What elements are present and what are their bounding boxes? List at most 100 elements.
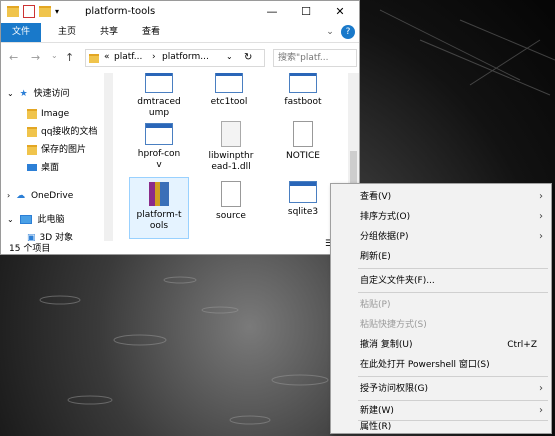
refresh-icon[interactable]: ↻ [244, 52, 252, 63]
submenu-arrow-icon: › [539, 405, 543, 416]
submenu-arrow-icon: › [539, 383, 543, 394]
file-item[interactable]: fastboot [273, 73, 333, 108]
sidebar-item-label: 此电脑 [37, 215, 65, 225]
menu-item-label: 排序方式(O) [360, 212, 411, 222]
file-item[interactable]: sqlite3 [273, 181, 333, 218]
menu-item-label: 分组依据(P) [360, 232, 409, 242]
sidebar-item-label: 3D 对象 [39, 233, 74, 241]
forward-arrow-icon[interactable]: → [31, 51, 40, 64]
menu-item-customize-folder[interactable]: 自定义文件夹(F)... [331, 271, 551, 291]
menu-item-label: 查看(V) [360, 192, 392, 202]
cloud-icon: ☁ [16, 191, 26, 201]
file-item[interactable]: libwinpthr ead-1.dll [201, 121, 261, 173]
sidebar-item-label: 桌面 [41, 163, 60, 173]
file-list: dmtraced ump etc1tool fastboot hprof-con… [115, 73, 347, 241]
tab-view[interactable]: 查看 [133, 23, 169, 42]
address-row: ← → ⌄ ↑ « platf... › platform... ⌄ ↻ 搜索"… [1, 45, 359, 71]
sidebar-item-label: 保存的图片 [41, 145, 87, 155]
new-folder-icon[interactable] [39, 6, 51, 17]
sidebar-item-label: 快速访问 [33, 89, 70, 99]
menu-item-sort-by[interactable]: 排序方式(O) › [331, 207, 551, 227]
sidebar-item-qq-docs[interactable]: qq接收的文档 [27, 123, 97, 141]
folder-icon [27, 126, 37, 137]
sidebar-item-onedrive[interactable]: › ☁ OneDrive [7, 187, 73, 205]
address-bar[interactable]: « platf... › platform... ⌄ ↻ [85, 49, 265, 67]
breadcrumb-separator-icon: › [152, 52, 156, 62]
menu-item-give-access[interactable]: 授予访问权限(G) › [331, 379, 551, 399]
folder-icon[interactable] [7, 6, 19, 17]
menu-item-undo-copy[interactable]: 撤消 复制(U) Ctrl+Z [331, 335, 551, 355]
cube-icon: ▣ [27, 233, 36, 241]
breadcrumb-item[interactable]: platform... [162, 52, 209, 62]
up-arrow-icon[interactable]: ↑ [65, 51, 74, 64]
file-item[interactable]: dmtraced ump [129, 73, 189, 119]
sidebar-item-desktop[interactable]: 桌面 [27, 159, 59, 177]
exe-icon [145, 123, 173, 145]
file-label: NOTICE [286, 151, 320, 161]
menu-item-label: 属性(R) [360, 422, 392, 432]
minimize-button[interactable]: — [255, 1, 289, 23]
archive-icon [149, 182, 169, 206]
sidebar-item-3d-objects[interactable]: ▣ 3D 对象 [27, 229, 73, 241]
sidebar-item-saved-pictures[interactable]: 保存的图片 [27, 141, 86, 159]
tab-share[interactable]: 共享 [91, 23, 127, 42]
file-label: source [216, 211, 246, 221]
menu-item-open-powershell[interactable]: 在此处打开 Powershell 窗口(S) [331, 355, 551, 375]
submenu-arrow-icon: › [539, 231, 543, 242]
window-title: platform-tools [85, 6, 156, 17]
sidebar-item-quick-access[interactable]: ⌄ ★ 快速访问 [7, 85, 70, 103]
ribbon-tabs: 文件 主页 共享 查看 ⌄ ? [1, 23, 359, 43]
computer-icon [19, 215, 32, 224]
menu-item-refresh[interactable]: 刷新(E) [331, 247, 551, 267]
file-item[interactable]: NOTICE [273, 121, 333, 162]
star-icon: ★ [19, 89, 28, 99]
address-dropdown-icon[interactable]: ⌄ [226, 52, 233, 61]
menu-item-label: 自定义文件夹(F)... [360, 276, 435, 286]
expand-chevron-icon[interactable]: ⌄ [7, 215, 14, 224]
file-item[interactable]: source [201, 181, 261, 222]
tab-file[interactable]: 文件 [1, 23, 41, 42]
close-button[interactable]: ✕ [323, 1, 357, 23]
menu-item-label: 撤消 复制(U) [360, 340, 413, 350]
menu-shortcut: Ctrl+Z [507, 340, 537, 350]
status-bar-count: 15 个项目 [9, 244, 51, 254]
menu-item-properties[interactable]: 属性(R) [331, 420, 551, 434]
menu-item-label: 刷新(E) [360, 252, 391, 262]
qat-dropdown-icon[interactable]: ▾ [55, 7, 59, 16]
folder-icon [27, 144, 37, 155]
navigation-scrollbar[interactable] [104, 73, 113, 241]
help-icon[interactable]: ? [341, 25, 355, 39]
tab-home[interactable]: 主页 [49, 23, 85, 42]
sidebar-item-image[interactable]: Image [27, 105, 69, 123]
folder-icon [27, 108, 37, 119]
menu-item-label: 新建(W) [360, 406, 394, 416]
dll-icon [221, 121, 241, 147]
sidebar-item-this-pc[interactable]: ⌄ 此电脑 [7, 211, 64, 229]
menu-item-view[interactable]: 查看(V) › [331, 187, 551, 207]
ribbon-expand-icon[interactable]: ⌄ [323, 23, 337, 42]
desktop-icon [27, 164, 37, 171]
menu-item-label: 粘贴快捷方式(S) [360, 320, 427, 330]
file-item[interactable]: etc1tool [199, 73, 259, 108]
breadcrumb-item[interactable]: platf... [114, 52, 142, 62]
file-item[interactable]: hprof-con v [129, 123, 189, 171]
recent-dropdown-icon[interactable]: ⌄ [51, 51, 58, 60]
menu-item-new[interactable]: 新建(W) › [331, 403, 551, 419]
search-input[interactable]: 搜索"platf... [273, 49, 357, 67]
file-explorer-window: ▾ platform-tools — ☐ ✕ 文件 主页 共享 查看 ⌄ ? ←… [0, 0, 360, 255]
properties-icon[interactable] [23, 5, 35, 18]
submenu-arrow-icon: › [539, 191, 543, 202]
exe-icon [215, 73, 243, 93]
file-label: sqlite3 [287, 207, 319, 217]
expand-chevron-icon[interactable]: › [7, 191, 10, 200]
menu-separator [358, 292, 548, 293]
breadcrumb-separator-icon: « [104, 52, 110, 62]
submenu-arrow-icon: › [539, 211, 543, 222]
menu-separator [358, 376, 548, 377]
file-item-selected[interactable]: platform-t ools [129, 177, 189, 239]
expand-chevron-icon[interactable]: ⌄ [7, 89, 14, 98]
maximize-button[interactable]: ☐ [289, 1, 323, 23]
file-label: hprof-con v [137, 149, 181, 170]
back-arrow-icon[interactable]: ← [9, 51, 18, 64]
menu-item-group-by[interactable]: 分组依据(P) › [331, 227, 551, 247]
